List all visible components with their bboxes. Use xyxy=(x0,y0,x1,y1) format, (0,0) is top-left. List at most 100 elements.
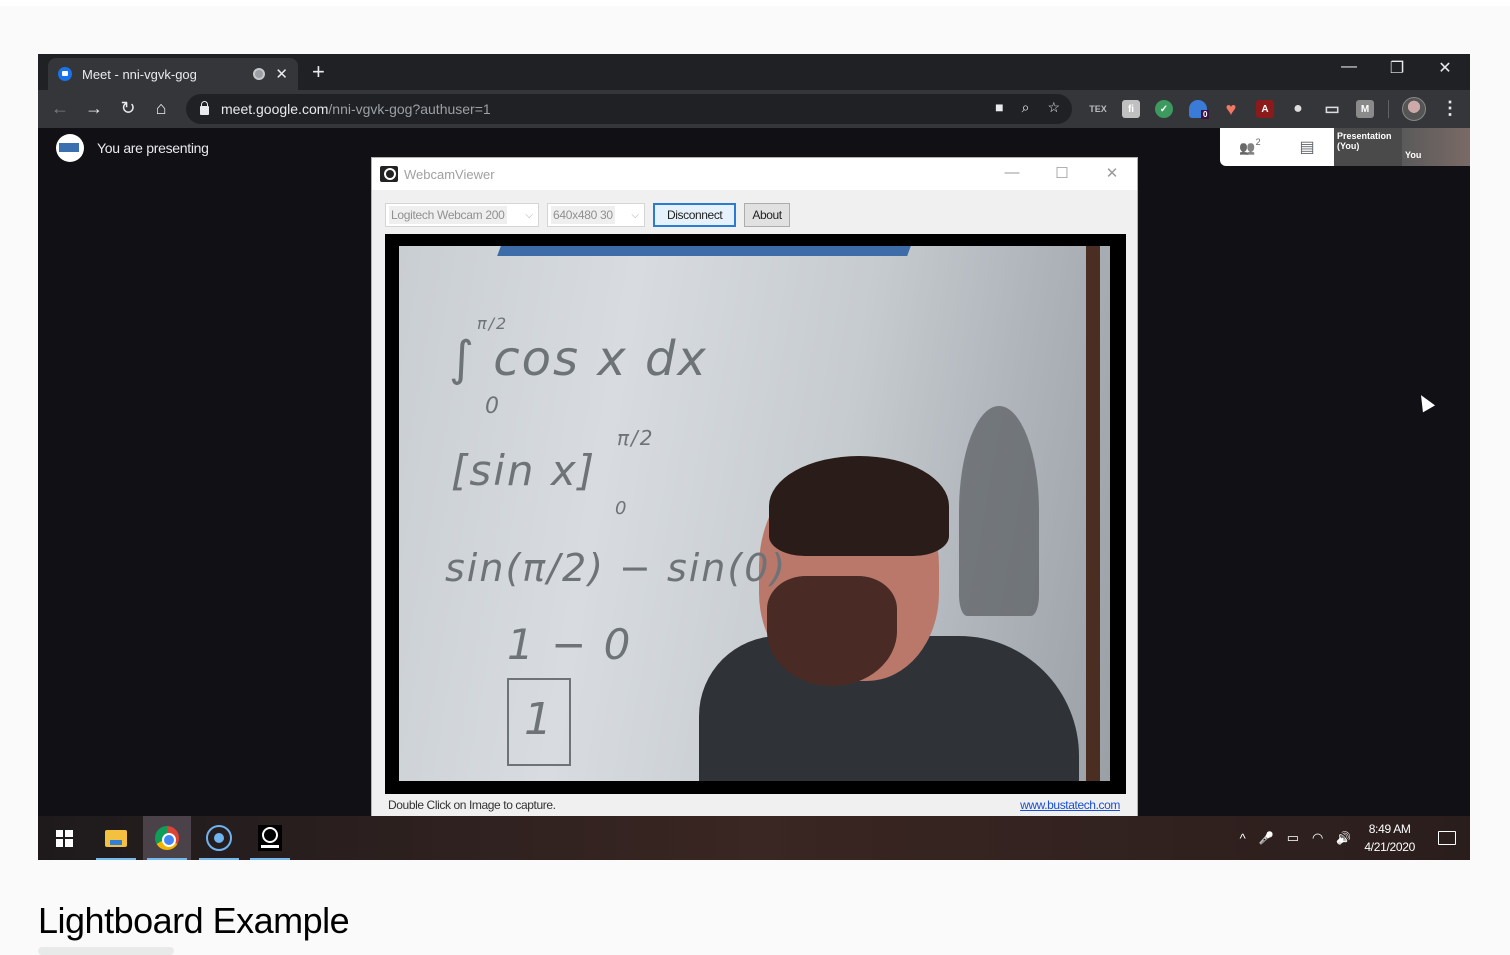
url-host: meet.google.com xyxy=(221,101,329,117)
clock[interactable]: 8:49 AM 4/21/2020 xyxy=(1364,820,1415,856)
lock-icon xyxy=(200,101,209,115)
running-indicator xyxy=(250,858,290,860)
start-button[interactable] xyxy=(40,816,88,860)
webcam-video[interactable]: ∫ cos x dx π/2 0 [sin x] π/2 0 sin(π/2) … xyxy=(399,246,1110,781)
top-strip xyxy=(0,0,1510,6)
battery-icon[interactable]: ▭ xyxy=(1287,830,1299,846)
whiteboard-line-2-lower: 0 xyxy=(615,498,629,519)
caption-pill xyxy=(38,947,174,955)
thumb-presentation-label: Presentation (You) xyxy=(1337,131,1392,151)
webcam-viewer-window: WebcamViewer — ☐ ✕ Logitech Webcam 200 ⌵… xyxy=(371,157,1138,818)
presentation-thumbnail[interactable]: Presentation (You) xyxy=(1334,128,1402,166)
forward-button[interactable]: → xyxy=(82,98,106,119)
tab-meet[interactable]: Meet - nni-vgvk-gog ✕ xyxy=(48,58,298,90)
new-tab-button[interactable]: + xyxy=(312,59,325,85)
whiteboard-line-4: 1 − 0 xyxy=(507,620,633,669)
grammar-extension-icon[interactable]: ✓ xyxy=(1155,100,1173,118)
camera-icon[interactable]: ■ xyxy=(995,99,1003,116)
acrobat-extension-icon[interactable]: A xyxy=(1256,100,1274,118)
chevron-down-icon: ⌵ xyxy=(631,209,639,221)
screen-recording: Meet - nni-vgvk-gog ✕ + — ❐ ✕ ← → ↻ ⌂ me… xyxy=(38,54,1470,860)
participants-count: 2 xyxy=(1255,137,1261,148)
window-minimize-button[interactable]: — xyxy=(1326,58,1372,76)
clock-date: 4/21/2020 xyxy=(1364,840,1415,854)
wifi-icon[interactable]: ◠ xyxy=(1312,830,1323,846)
video-shadow xyxy=(959,406,1039,616)
heart-extension-icon[interactable]: ♥ xyxy=(1222,99,1240,119)
chrome-icon xyxy=(155,826,179,850)
home-button[interactable]: ⌂ xyxy=(149,98,173,119)
figure-extension-icon[interactable]: fi xyxy=(1122,100,1140,118)
thumb-you-label: You xyxy=(1405,150,1422,160)
folder-icon xyxy=(105,829,127,847)
ghost-extension-badge: 0 xyxy=(1201,110,1210,119)
video-board-edge xyxy=(1086,246,1100,781)
whiteboard-line-1: ∫ cos x dx xyxy=(449,331,708,387)
tex-extension-icon[interactable]: TEX xyxy=(1089,100,1107,118)
clock-time: 8:49 AM xyxy=(1368,822,1411,836)
url-path: /nni-vgvk-gog?authuser=1 xyxy=(328,101,491,117)
profile-avatar[interactable] xyxy=(1402,97,1426,121)
bookmark-star-icon[interactable]: ☆ xyxy=(1047,99,1060,116)
participants-button[interactable]: 👥2 xyxy=(1239,137,1260,156)
whiteboard-line-2: [sin x] xyxy=(451,446,597,495)
tab-close-icon[interactable]: ✕ xyxy=(275,65,288,83)
presenting-text: You are presenting xyxy=(97,140,209,156)
capture-hint-text: Double Click on Image to capture. xyxy=(388,798,556,812)
running-indicator xyxy=(199,858,239,860)
window-restore-button[interactable]: ❐ xyxy=(1374,58,1420,78)
taskbar-webcam-viewer[interactable] xyxy=(246,816,294,860)
whiteboard-line-2-upper: π/2 xyxy=(617,426,655,450)
tab-title: Meet - nni-vgvk-gog xyxy=(82,66,197,82)
m-extension-icon[interactable]: M xyxy=(1356,100,1374,118)
participants-icon: 👥 xyxy=(1239,139,1256,155)
webcam-viewer-title: WebcamViewer xyxy=(404,166,495,182)
chevron-down-icon: ⌵ xyxy=(525,209,533,221)
taskbar-cortana[interactable] xyxy=(195,816,243,860)
device-value: Logitech Webcam 200 xyxy=(389,206,507,224)
browser-toolbar: ← → ↻ ⌂ meet.google.com/nni-vgvk-gog?aut… xyxy=(38,90,1470,128)
whiteboard-upper-limit: π/2 xyxy=(477,314,509,333)
chrome-menu-icon[interactable]: ⋮ xyxy=(1441,98,1459,119)
tray-chevron-icon[interactable]: ^ xyxy=(1240,831,1246,846)
toolbar-divider xyxy=(1388,100,1389,118)
action-center-icon[interactable] xyxy=(1438,831,1456,845)
about-button[interactable]: About xyxy=(744,203,790,227)
resolution-value: 640x480 30 xyxy=(551,206,615,224)
video-blue-strip xyxy=(497,246,911,256)
recording-indicator-icon xyxy=(253,68,266,80)
whiteboard-line-3: sin(π/2) − sin(0) xyxy=(445,546,788,590)
volume-icon[interactable]: 🔊 xyxy=(1336,831,1351,845)
meet-side-panel: 👥2 ▤ xyxy=(1220,128,1334,166)
record-extension-icon[interactable]: ● xyxy=(1289,100,1307,118)
page-title: Lightboard Example xyxy=(38,900,350,941)
wv-minimize-button[interactable]: — xyxy=(992,164,1032,181)
back-button[interactable]: ← xyxy=(48,98,72,119)
zoom-icon[interactable]: ⌕ xyxy=(1022,99,1030,116)
taskbar-chrome[interactable] xyxy=(143,816,191,860)
microphone-icon[interactable]: 🎤 xyxy=(1259,831,1274,845)
bustatech-link[interactable]: www.bustatech.com xyxy=(1020,798,1120,812)
wv-close-button[interactable]: ✕ xyxy=(1092,164,1132,182)
running-indicator xyxy=(147,858,187,860)
address-bar[interactable]: meet.google.com/nni-vgvk-gog?authuser=1 … xyxy=(186,94,1072,124)
disconnect-button[interactable]: Disconnect xyxy=(653,203,737,227)
video-person-hair xyxy=(769,456,949,556)
video-person-beard xyxy=(767,576,897,686)
device-select[interactable]: Logitech Webcam 200 ⌵ xyxy=(385,203,539,227)
video-frame[interactable]: ∫ cos x dx π/2 0 [sin x] π/2 0 sin(π/2) … xyxy=(385,234,1126,794)
screen-capture-extension-icon[interactable]: ▭ xyxy=(1323,100,1341,118)
self-video-thumbnail[interactable]: You xyxy=(1402,128,1470,166)
webcam-viewer-titlebar: WebcamViewer — ☐ ✕ xyxy=(372,158,1137,190)
resolution-select[interactable]: 640x480 30 ⌵ xyxy=(547,203,645,227)
windows-taskbar: ^ 🎤 ▭ ◠ 🔊 8:49 AM 4/21/2020 xyxy=(38,816,1470,860)
wv-maximize-button[interactable]: ☐ xyxy=(1042,164,1082,182)
window-close-button[interactable]: ✕ xyxy=(1422,58,1468,78)
reload-button[interactable]: ↻ xyxy=(116,98,140,119)
cortana-icon xyxy=(206,825,232,851)
presenter-avatar xyxy=(56,134,84,162)
chat-icon[interactable]: ▤ xyxy=(1299,137,1314,157)
presenting-banner: You are presenting xyxy=(56,134,209,162)
taskbar-file-explorer[interactable] xyxy=(92,816,140,860)
system-tray: ^ 🎤 ▭ ◠ 🔊 8:49 AM 4/21/2020 xyxy=(1240,816,1456,860)
